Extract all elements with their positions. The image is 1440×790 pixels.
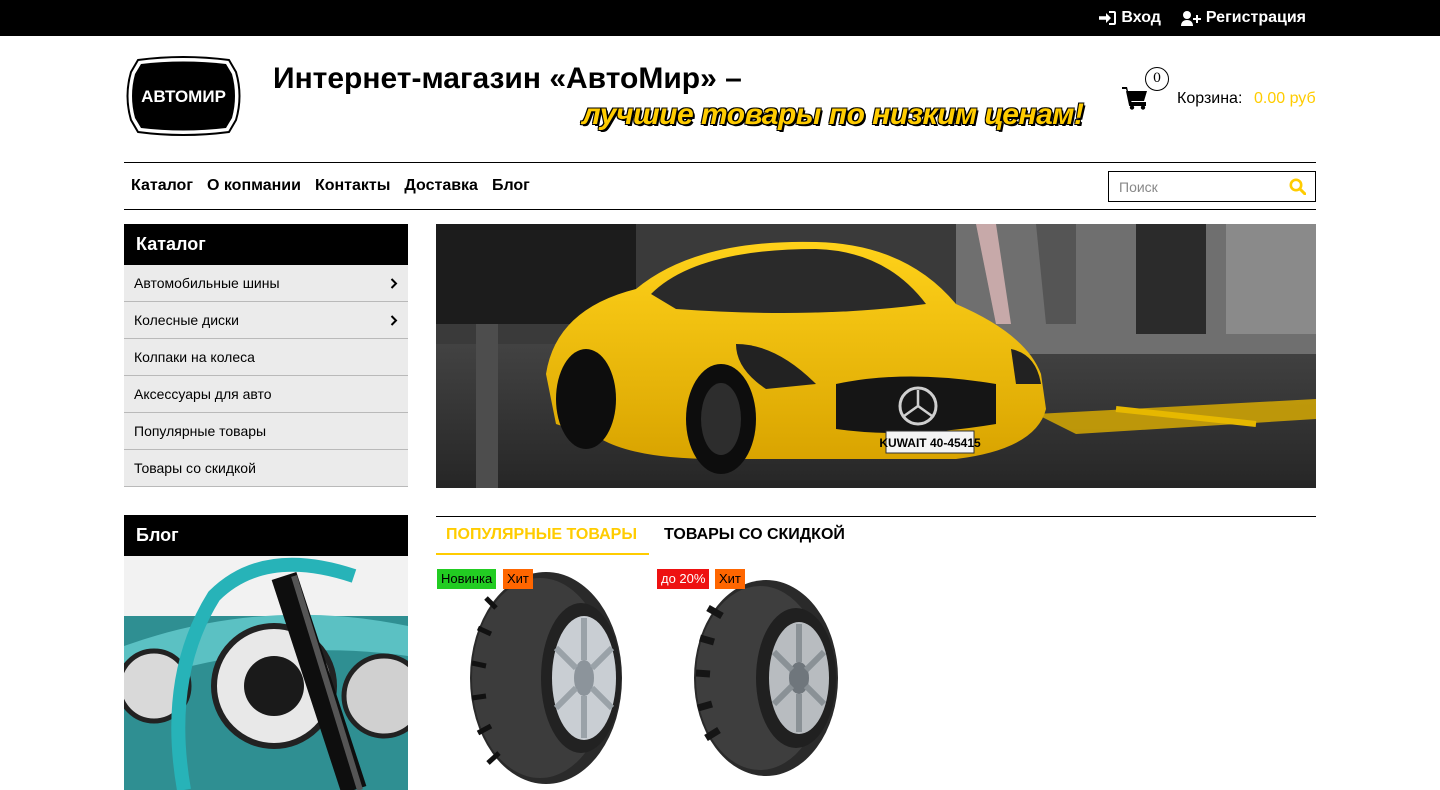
tire-image	[694, 580, 838, 776]
nav-blog[interactable]: Блог	[492, 177, 530, 195]
badge-new: Новинка	[437, 569, 497, 589]
nav-about[interactable]: О копмании	[207, 177, 301, 195]
catalog-item-label: Колпаки на колеса	[134, 349, 255, 365]
catalog-item-discount[interactable]: Товары со скидкой	[124, 450, 408, 487]
user-plus-icon	[1180, 10, 1201, 26]
top-bar: Вход Регистрация	[0, 0, 1440, 36]
product-card[interactable]: Новинка Хит	[436, 568, 648, 790]
catalog-item-label: Колесные диски	[134, 312, 239, 328]
site-logo[interactable]: АВТОМИР	[124, 56, 243, 136]
catalog-item-label: Аксессуары для авто	[134, 386, 272, 402]
cart-widget[interactable]: 0 Корзина: 0.00 руб	[1122, 66, 1316, 116]
search-box	[1108, 171, 1316, 202]
login-link[interactable]: Вход	[1099, 9, 1161, 27]
catalog-item-label: Популярные товары	[134, 423, 267, 439]
catalog-item-popular[interactable]: Популярные товары	[124, 413, 408, 450]
catalog-item-hubcaps[interactable]: Колпаки на колеса	[124, 339, 408, 376]
tab-discount[interactable]: ТОВАРЫ СО СКИДКОЙ	[664, 526, 845, 544]
license-plate: KUWAIT 40-45415	[879, 436, 981, 450]
search-input[interactable]	[1109, 172, 1279, 201]
badge-hit: Хит	[503, 569, 533, 589]
main-nav-bar: Каталог О копмании Контакты Доставка Бло…	[124, 162, 1316, 210]
catalog-item-accessories[interactable]: Аксессуары для авто	[124, 376, 408, 413]
account-links: Вход Регистрация	[1099, 0, 1306, 36]
catalog-item-label: Автомобильные шины	[134, 275, 280, 291]
login-label: Вход	[1121, 9, 1161, 26]
tab-popular[interactable]: ПОПУЛЯРНЫЕ ТОВАРЫ	[436, 526, 649, 555]
register-link[interactable]: Регистрация	[1180, 9, 1306, 27]
catalog-heading: Каталог	[124, 224, 408, 265]
badge-discount: до 20%	[657, 569, 710, 589]
tabs-divider	[436, 516, 1316, 517]
cart-label: Корзина:	[1177, 90, 1243, 107]
tire-image	[470, 572, 622, 784]
search-icon[interactable]	[1289, 178, 1306, 195]
badge-hit: Хит	[715, 569, 745, 589]
shopping-cart-icon	[1122, 87, 1147, 110]
chevron-right-icon	[390, 314, 398, 326]
blog-post-image[interactable]	[124, 556, 408, 790]
chevron-right-icon	[390, 277, 398, 289]
dashboard-image	[124, 556, 408, 790]
site-title: Интернет-магазин «АвтоМир» –	[273, 62, 742, 95]
catalog-item-rims[interactable]: Колесные диски	[124, 302, 408, 339]
blog-heading: Блог	[124, 515, 408, 556]
site-slogan: лучшие товары по низким ценам!	[582, 98, 1084, 131]
catalog-item-label: Товары со скидкой	[134, 460, 256, 476]
product-card[interactable]: до 20% Хит	[656, 568, 868, 790]
cart-count-badge: 0	[1145, 67, 1169, 91]
nav-delivery[interactable]: Доставка	[404, 177, 478, 195]
nav-catalog[interactable]: Каталог	[131, 177, 193, 195]
catalog-item-tires[interactable]: Автомобильные шины	[124, 265, 408, 302]
sign-in-icon	[1099, 11, 1117, 25]
logo-text: АВТОМИР	[141, 87, 226, 106]
catalog-list: Автомобильные шины Колесные диски Колпак…	[124, 265, 408, 487]
hero-banner[interactable]: KUWAIT 40-45415	[436, 224, 1316, 488]
register-label: Регистрация	[1205, 9, 1306, 26]
hero-car-image: KUWAIT 40-45415	[436, 224, 1316, 488]
nav-contacts[interactable]: Контакты	[315, 177, 390, 195]
main-nav: Каталог О копмании Контакты Доставка Бло…	[131, 163, 530, 209]
cart-sum: 0.00 руб	[1254, 90, 1316, 107]
